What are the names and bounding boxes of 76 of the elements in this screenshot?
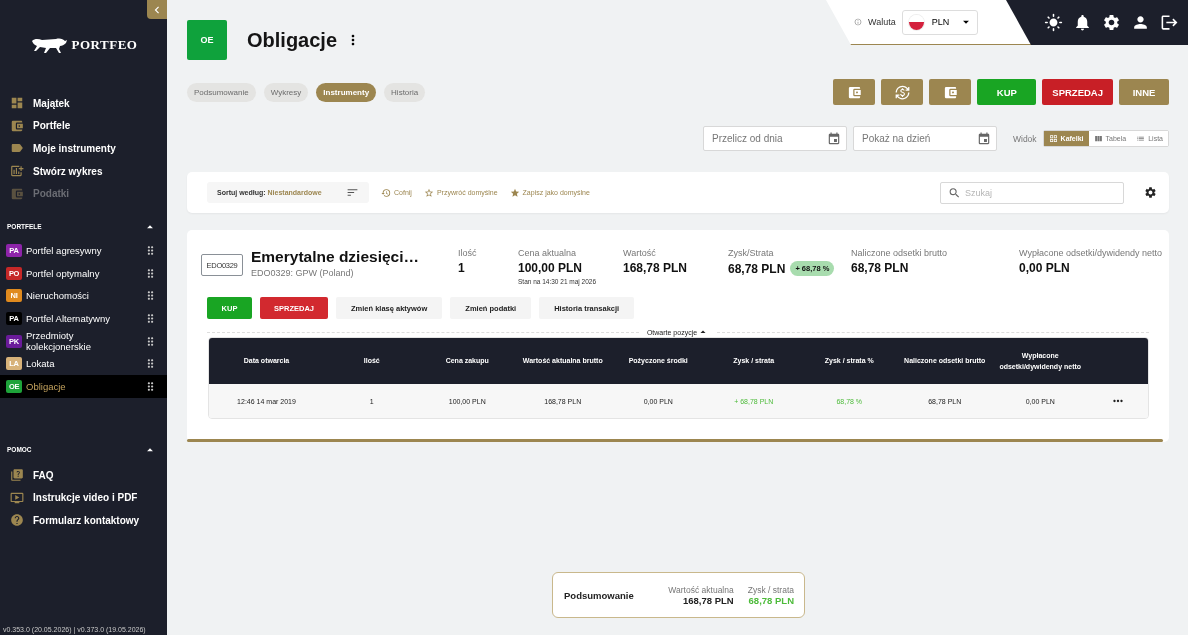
stat-label: Naliczone odsetki brutto bbox=[851, 248, 949, 258]
tab[interactable]: Podsumowanie bbox=[187, 82, 256, 102]
calendar-icon bbox=[826, 131, 841, 146]
sell-button[interactable]: SPRZEDAJ bbox=[1042, 79, 1113, 105]
view-label: Widok bbox=[1012, 133, 1037, 144]
help-item[interactable]: FAQ bbox=[0, 463, 167, 487]
nav-item[interactable]: Moje instrumenty bbox=[0, 137, 167, 160]
stat-value: 1 bbox=[458, 261, 465, 275]
help-item[interactable]: Instrukcje video i PDF bbox=[0, 486, 167, 509]
stat-value: 168,78 PLN bbox=[623, 261, 688, 275]
summary-value: 68,78 PLN bbox=[748, 594, 794, 606]
logout-button[interactable] bbox=[1160, 13, 1179, 32]
nav-item[interactable]: Portfele bbox=[0, 114, 167, 138]
currency-select[interactable]: PLN bbox=[901, 9, 978, 35]
theme-button[interactable] bbox=[1044, 13, 1063, 32]
exchange-icon bbox=[894, 84, 910, 100]
settings-icon bbox=[1102, 13, 1121, 32]
wallet-button[interactable] bbox=[929, 79, 972, 105]
tab[interactable]: Instrumenty bbox=[316, 82, 377, 102]
date-field[interactable]: Przelicz od dnia bbox=[702, 126, 847, 151]
summary-label: Wartość aktualna bbox=[668, 584, 734, 595]
star-icon bbox=[509, 187, 520, 198]
wallet-icon bbox=[10, 118, 24, 133]
wallet-icon bbox=[10, 186, 24, 201]
help-icon bbox=[10, 513, 24, 528]
bell-icon bbox=[1073, 13, 1092, 32]
stat-value: 68,78 PLN bbox=[728, 261, 786, 276]
stat-label: Zysk/Strata bbox=[728, 248, 775, 258]
columns-icon bbox=[1093, 134, 1103, 143]
sun-icon bbox=[1044, 13, 1063, 32]
notifications-button[interactable] bbox=[1073, 13, 1092, 32]
logo-text: PORTFEO bbox=[71, 37, 138, 53]
settings-button[interactable] bbox=[1102, 13, 1121, 32]
settings-icon bbox=[1144, 186, 1157, 199]
stat-value: 100,00 PLN bbox=[518, 261, 583, 275]
wallet-icon bbox=[942, 84, 958, 100]
summary-label: Zysk / strata bbox=[747, 584, 794, 595]
page-title: Obligacje bbox=[247, 28, 338, 52]
stat-label: Ilość bbox=[458, 248, 478, 258]
collapse-button[interactable] bbox=[147, 0, 167, 19]
stat-label: Wypłacone odsetki/dywidendy netto bbox=[1019, 248, 1163, 258]
summary-value: 168,78 PLN bbox=[683, 594, 734, 606]
settings-button[interactable] bbox=[1144, 186, 1157, 199]
tab[interactable]: Historia bbox=[384, 82, 426, 102]
stat-label: Wartość bbox=[623, 248, 657, 258]
calendar-icon bbox=[976, 131, 991, 146]
date-field[interactable]: Pokaż na dzień bbox=[852, 126, 997, 151]
tab[interactable]: Wykresy bbox=[263, 82, 309, 102]
user-icon bbox=[1131, 13, 1150, 32]
portfolio-badge: OE bbox=[187, 20, 227, 60]
logout-icon bbox=[1160, 13, 1179, 32]
stat-value: 68,78 PLN bbox=[851, 261, 909, 275]
help-item[interactable]: Formularz kontaktowy bbox=[0, 508, 167, 532]
video-icon bbox=[10, 490, 24, 505]
question-icon bbox=[10, 468, 24, 483]
instrument-ticker: EDO0329: GPW (Poland) bbox=[251, 268, 355, 278]
history-icon bbox=[381, 187, 391, 198]
wallet-icon bbox=[846, 84, 862, 100]
chart-icon bbox=[10, 164, 24, 179]
dashboard-icon bbox=[10, 96, 24, 111]
more-button[interactable]: INNE bbox=[1119, 79, 1169, 105]
nav-item[interactable]: Stwórz wykres bbox=[0, 159, 167, 183]
exchange-button[interactable] bbox=[881, 79, 924, 105]
wallet-button[interactable] bbox=[833, 79, 876, 105]
sort-icon bbox=[346, 186, 359, 199]
currency-label: Waluta bbox=[868, 17, 896, 27]
nav-item[interactable]: Majątek bbox=[0, 92, 167, 115]
flag-icon bbox=[908, 14, 924, 30]
stat-label: Cena aktualna bbox=[518, 248, 578, 258]
instrument-name: Emerytalne dziesięci… bbox=[251, 248, 420, 266]
stat-value: 0,00 PLN bbox=[1019, 261, 1070, 275]
star-outline-icon bbox=[423, 187, 434, 198]
user-button[interactable] bbox=[1131, 13, 1150, 32]
summary-title: Podsumowanie bbox=[564, 589, 635, 601]
grid-icon bbox=[1048, 134, 1058, 143]
search-field[interactable]: Szukaj bbox=[940, 181, 1124, 204]
